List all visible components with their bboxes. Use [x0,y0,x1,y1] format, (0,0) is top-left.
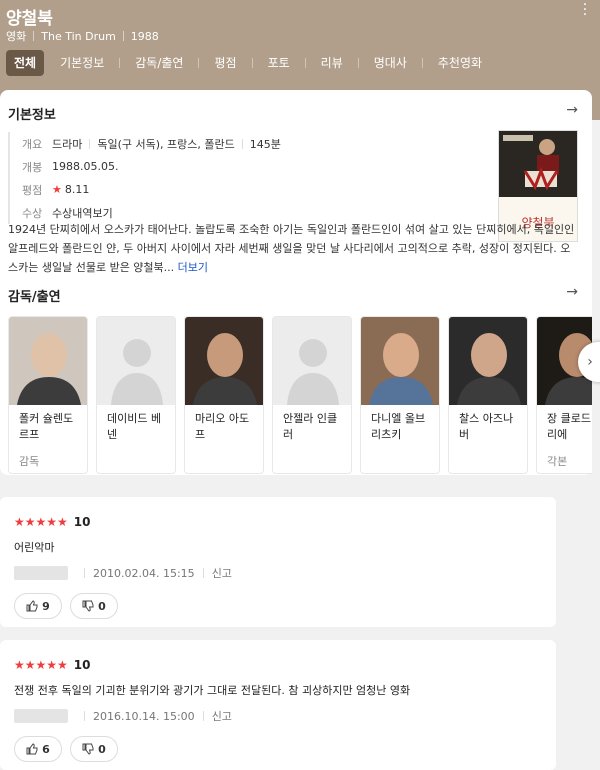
dislike-button[interactable]: 0 [70,593,118,619]
review-date: 2010.02.04. 15:15 [93,566,195,580]
like-button[interactable]: 9 [14,593,62,619]
tab-all[interactable]: 전체 [6,50,45,76]
cast-role: 각본 [547,455,568,468]
tab-cast[interactable]: 감독/출연 [127,50,191,76]
person-photo [449,317,527,405]
cast-name: 안젤라 인클러 [283,412,338,441]
review-date: 2016.10.14. 15:00 [93,709,195,723]
cast-card[interactable]: 폴커 슐렌도르프감독 [8,316,88,474]
review-meta: 2016.10.14. 15:00 신고 [14,708,232,724]
review-stars-icon: ★★★★★ [14,658,68,672]
row-release: 개봉 1988.05.05. [10,155,478,178]
movie-title: 양철북 [6,9,53,29]
country-value: 독일(구 서독), 프랑스, 폴란드 [97,137,235,151]
like-button[interactable]: 6 [14,736,62,762]
report-link[interactable]: 신고 [212,708,232,724]
cast-list: 폴커 슐렌도르프 감독 데이비드 베넨 마리오 아도프 안젤라 인클러 다니엘 올브리츠키… [8,316,592,474]
rating-label: 평점 [22,183,43,197]
tab-rating[interactable]: 평점 [206,50,244,76]
dislike-count: 0 [98,742,106,756]
meta-original-title: The Tin Drum [41,29,116,43]
thumbs-down-icon [82,600,94,612]
cast-card[interactable]: 안젤라 인클러 [272,316,352,474]
person-photo [9,317,87,405]
tab-recommend[interactable]: 추천영화 [430,50,490,76]
cast-card[interactable]: 데이비드 베넨 [96,316,176,474]
dislike-button[interactable]: 0 [70,736,118,762]
cast-card[interactable]: 찰스 아즈나버 [448,316,528,474]
cast-arrow-icon[interactable]: → [566,284,578,300]
reviewer-id-blurred [14,566,68,580]
thumbs-down-icon [82,743,94,755]
reviewer-id-blurred [14,709,68,723]
cast-name: 폴커 슐렌도르프 [19,412,74,441]
report-link[interactable]: 신고 [212,565,232,581]
dislike-count: 0 [98,599,106,613]
basic-info-title: 기본정보 [8,108,56,123]
person-placeholder-icon [97,317,175,405]
thumbs-up-icon [26,600,38,612]
star-icon: ★ [52,183,62,196]
tab-basic-info[interactable]: 기본정보 [52,50,112,76]
info-card: 기본정보 → 개요 드라마 독일(구 서독), 프랑스, 폴란드 145분 개봉… [0,90,600,475]
basic-info-arrow-icon[interactable]: → [566,102,578,118]
cast-name: 장 클로드 카리에 [547,412,592,441]
like-count: 6 [42,742,50,756]
synopsis-more-link[interactable]: 더보기 [178,261,208,274]
cast-name: 마리오 아도프 [195,412,250,441]
tab-review[interactable]: 리뷰 [313,50,351,76]
review-card: ★★★★★ 10 전쟁 전후 독일의 기괴한 분위기와 광기가 그대로 전달된다… [0,640,556,770]
review-rating: ★★★★★ 10 [14,515,91,529]
tab-photo[interactable]: 포토 [260,50,298,76]
row-overview: 개요 드라마 독일(구 서독), 프랑스, 폴란드 145분 [10,132,478,155]
like-count: 9 [42,599,50,613]
review-score: 10 [73,658,91,672]
review-text: 전쟁 전후 독일의 기괴한 분위기와 광기가 그대로 전달된다. 참 괴상하지만… [14,684,411,697]
cast-name: 찰스 아즈나버 [459,412,514,441]
tab-quotes[interactable]: 명대사 [366,50,415,76]
person-placeholder-icon [273,317,351,405]
cast-title: 감독/출연 [8,290,61,305]
synopsis-text: 1924년 단찌히에서 오스카가 태어난다. 놀랍도록 조숙한 아기는 독일인과… [8,223,575,274]
rating-value: 8.11 [64,183,90,196]
genre-value: 드라마 [52,137,83,151]
release-label: 개봉 [22,160,43,174]
person-photo [185,317,263,405]
review-score: 10 [73,515,91,529]
review-card: ★★★★★ 10 어린악마 2010.02.04. 15:15 신고 9 0 [0,497,556,627]
review-stars-icon: ★★★★★ [14,515,68,529]
review-text: 어린악마 [14,541,55,554]
cast-card[interactable]: 장 클로드 카리에각본 [536,316,592,474]
runtime-value: 145분 [249,137,281,151]
awards-label: 수상 [22,206,43,220]
cast-name: 다니엘 올브리츠키 [371,412,426,441]
tab-bar: 전체 기본정보 감독/출연 평점 포토 리뷰 명대사 추천영화 [6,50,490,76]
review-rating: ★★★★★ 10 [14,658,91,672]
cast-role: 감독 [19,455,40,468]
review-meta: 2010.02.04. 15:15 신고 [14,565,232,581]
meta-category: 영화 [6,30,27,43]
info-rows: 개요 드라마 독일(구 서독), 프랑스, 폴란드 145분 개봉 1988.0… [8,132,478,224]
movie-meta: 영화 The Tin Drum 1988 [6,28,159,44]
thumbs-up-icon [26,743,38,755]
cast-card[interactable]: 마리오 아도프 [184,316,264,474]
more-options-icon[interactable]: · · · [582,0,588,22]
person-photo [361,317,439,405]
overview-label: 개요 [22,137,43,151]
awards-link[interactable]: 수상내역보기 [52,205,113,221]
row-rating: 평점 ★ 8.11 [10,178,478,201]
cast-card[interactable]: 다니엘 올브리츠키 [360,316,440,474]
cast-name: 데이비드 베넨 [107,412,162,441]
release-value: 1988.05.05. [52,160,119,173]
meta-year: 1988 [130,29,159,43]
synopsis: 1924년 단찌히에서 오스카가 태어난다. 놀랍도록 조숙한 아기는 독일인과… [8,220,578,277]
